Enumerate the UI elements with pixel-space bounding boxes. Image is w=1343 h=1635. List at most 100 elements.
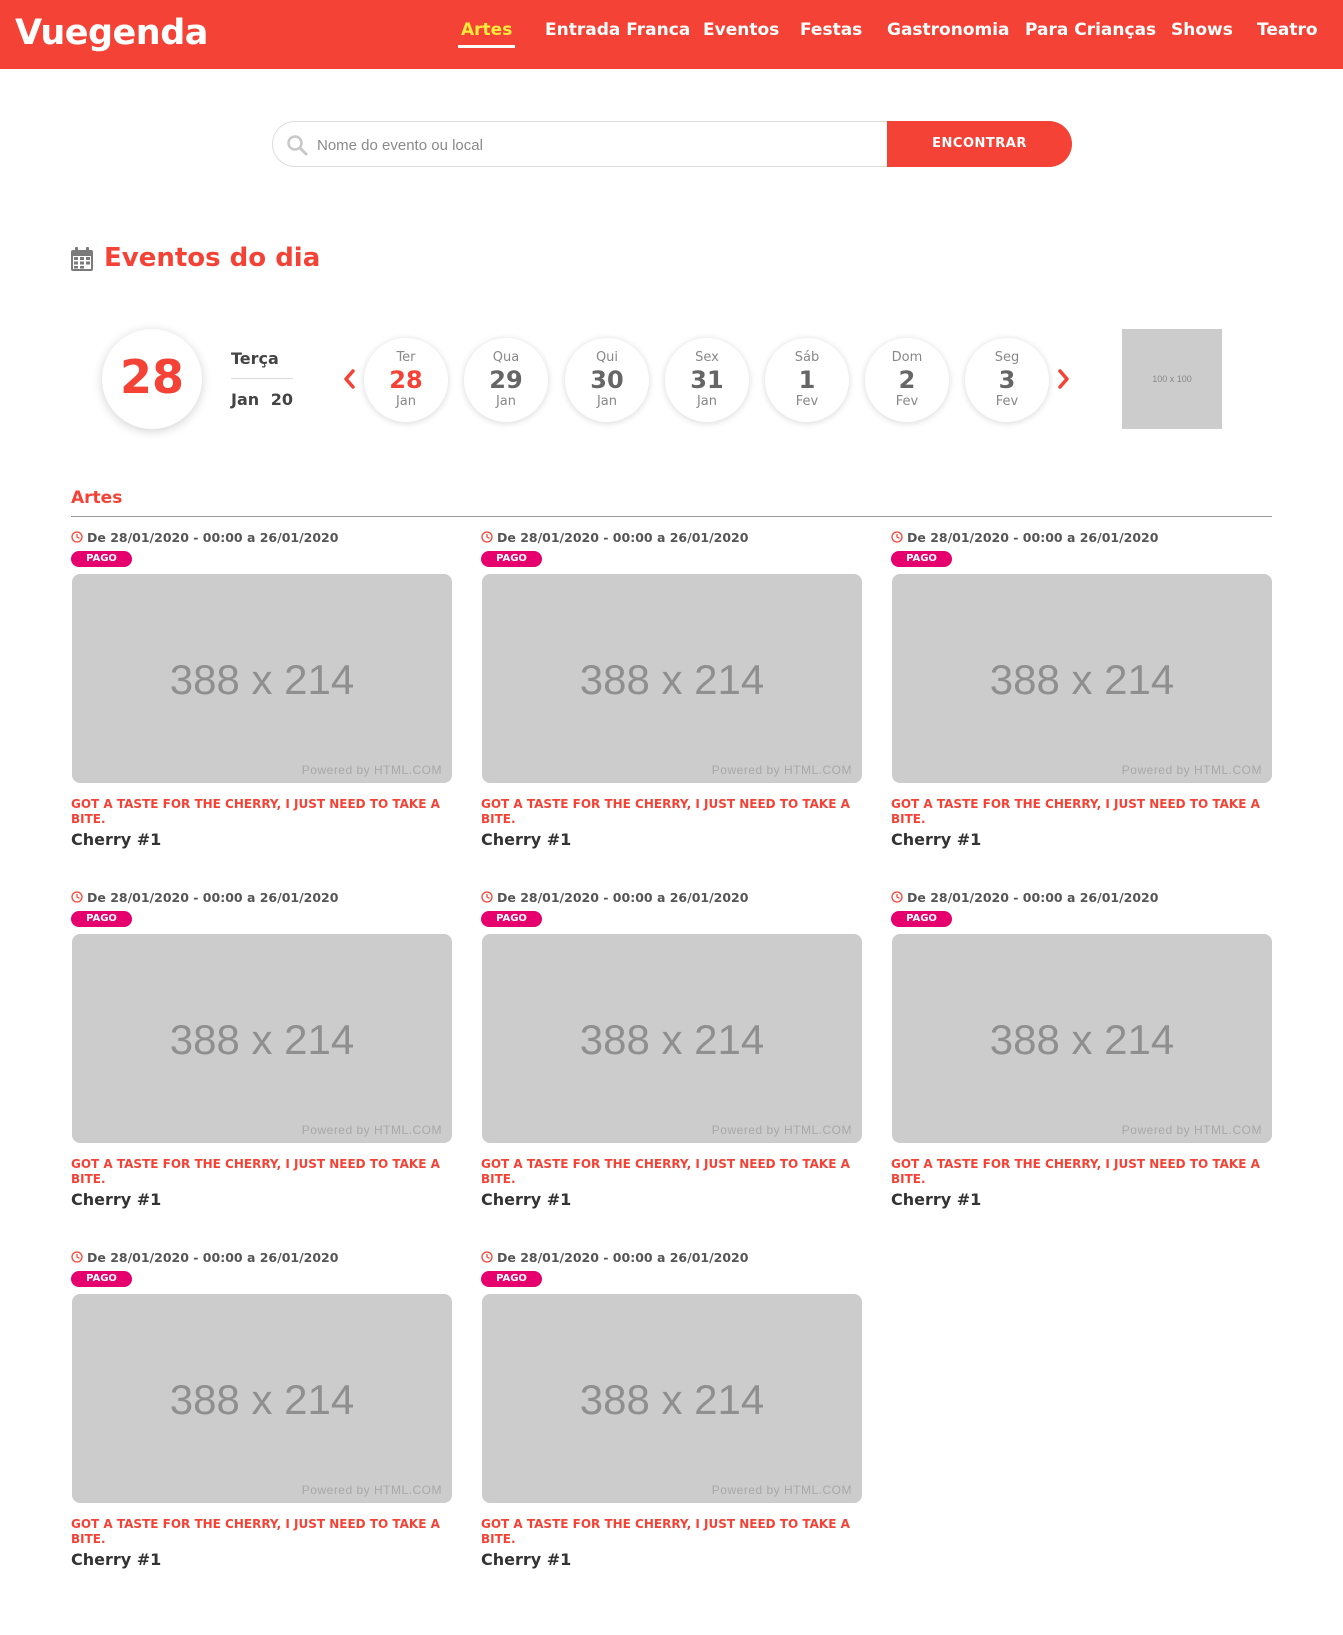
chevron-right-icon[interactable]	[1057, 367, 1071, 391]
event-date: De 28/01/2020 - 00:00 a 26/01/2020	[481, 530, 748, 545]
event-image[interactable]: 388 x 214 Powered by HTML.COM	[72, 574, 452, 783]
event-image[interactable]: 388 x 214 Powered by HTML.COM	[72, 1294, 452, 1503]
search-bar: ENCONTRAR	[272, 121, 1072, 167]
date-weekday: Seg	[994, 350, 1020, 365]
event-title[interactable]: Cherry #1	[71, 1190, 161, 1209]
nav-item-eventos[interactable]: Eventos	[703, 20, 779, 40]
event-date: De 28/01/2020 - 00:00 a 26/01/2020	[71, 890, 338, 905]
event-title[interactable]: Cherry #1	[71, 1550, 161, 1569]
event-date-text: De 28/01/2020 - 00:00 a 26/01/2020	[907, 890, 1159, 905]
price-badge: PAGO	[71, 1271, 132, 1287]
image-credit: Powered by HTML.COM	[1121, 763, 1262, 777]
date-item-5[interactable]: Dom 2 Fev	[865, 338, 949, 422]
event-card[interactable]: De 28/01/2020 - 00:00 a 26/01/2020 PAGO …	[71, 522, 452, 852]
today-weekday: Terça	[231, 349, 279, 368]
date-month: Jan	[696, 394, 718, 409]
date-number: 3	[998, 366, 1016, 394]
image-size-label: 388 x 214	[169, 1016, 355, 1063]
price-badge: PAGO	[481, 551, 542, 567]
ad-placeholder[interactable]: 100 x 100	[1122, 329, 1222, 429]
category-title: Artes	[71, 488, 123, 508]
event-date-text: De 28/01/2020 - 00:00 a 26/01/2020	[497, 1250, 749, 1265]
event-image[interactable]: 388 x 214 Powered by HTML.COM	[482, 934, 862, 1143]
price-badge: PAGO	[71, 551, 132, 567]
event-image[interactable]: 388 x 214 Powered by HTML.COM	[892, 934, 1272, 1143]
event-title[interactable]: Cherry #1	[481, 830, 571, 849]
event-subtitle: GOT A TASTE FOR THE CHERRY, I JUST NEED …	[71, 797, 440, 826]
nav-item-gastronomia[interactable]: Gastronomia	[887, 20, 1010, 40]
image-size-label: 388 x 214	[579, 1376, 765, 1423]
today-month-year: Jan 20	[231, 390, 293, 409]
nav-active-indicator	[458, 45, 515, 48]
search-button[interactable]: ENCONTRAR	[887, 121, 1072, 167]
date-number: 2	[898, 366, 916, 394]
date-item-2[interactable]: Qui 30 Jan	[565, 338, 649, 422]
nav-item-para-criancas[interactable]: Para Crianças	[1025, 20, 1156, 40]
event-title[interactable]: Cherry #1	[891, 1190, 981, 1209]
event-date: De 28/01/2020 - 00:00 a 26/01/2020	[481, 890, 748, 905]
event-date: De 28/01/2020 - 00:00 a 26/01/2020	[891, 890, 1158, 905]
event-card[interactable]: De 28/01/2020 - 00:00 a 26/01/2020 PAGO …	[71, 1242, 452, 1572]
event-date-text: De 28/01/2020 - 00:00 a 26/01/2020	[907, 530, 1159, 545]
search-box	[272, 121, 890, 167]
date-item-0[interactable]: Ter 28 Jan	[364, 338, 448, 422]
event-title[interactable]: Cherry #1	[481, 1190, 571, 1209]
search-input[interactable]	[317, 134, 877, 156]
date-number: 31	[690, 366, 724, 394]
date-number: 1	[798, 366, 816, 394]
event-date-text: De 28/01/2020 - 00:00 a 26/01/2020	[87, 890, 339, 905]
date-number: 28	[389, 366, 423, 394]
date-number: 30	[590, 366, 624, 394]
event-subtitle: GOT A TASTE FOR THE CHERRY, I JUST NEED …	[71, 1517, 440, 1546]
image-size-label: 388 x 214	[169, 656, 355, 703]
event-title[interactable]: Cherry #1	[481, 1550, 571, 1569]
brand-logo[interactable]: Vuegenda	[15, 13, 208, 53]
event-image[interactable]: 388 x 214 Powered by HTML.COM	[482, 1294, 862, 1503]
date-weekday: Qui	[595, 350, 619, 365]
clock-icon	[891, 891, 903, 903]
event-card[interactable]: De 28/01/2020 - 00:00 a 26/01/2020 PAGO …	[71, 882, 452, 1212]
image-credit: Powered by HTML.COM	[301, 763, 442, 777]
page-title: Eventos do dia	[104, 243, 321, 273]
event-image[interactable]: 388 x 214 Powered by HTML.COM	[72, 934, 452, 1143]
event-title[interactable]: Cherry #1	[71, 830, 161, 849]
date-item-3[interactable]: Sex 31 Jan	[665, 338, 749, 422]
event-subtitle: GOT A TASTE FOR THE CHERRY, I JUST NEED …	[891, 1157, 1260, 1186]
event-image[interactable]: 388 x 214 Powered by HTML.COM	[482, 574, 862, 783]
image-size-label: 388 x 214	[169, 1376, 355, 1423]
image-size-label: 388 x 214	[989, 656, 1175, 703]
date-month: Jan	[395, 394, 417, 409]
nav-item-artes[interactable]: Artes	[461, 20, 512, 40]
date-month: Jan	[495, 394, 517, 409]
event-date: De 28/01/2020 - 00:00 a 26/01/2020	[481, 1250, 748, 1265]
date-number: 29	[489, 366, 523, 394]
date-weekday: Sex	[695, 350, 719, 365]
date-weekday: Ter	[396, 350, 416, 365]
event-date: De 28/01/2020 - 00:00 a 26/01/2020	[71, 530, 338, 545]
date-item-4[interactable]: Sáb 1 Fev	[765, 338, 849, 422]
date-item-6[interactable]: Seg 3 Fev	[965, 338, 1049, 422]
event-card[interactable]: De 28/01/2020 - 00:00 a 26/01/2020 PAGO …	[481, 1242, 862, 1572]
date-month: Fev	[895, 394, 919, 409]
search-icon	[287, 135, 308, 156]
event-card[interactable]: De 28/01/2020 - 00:00 a 26/01/2020 PAGO …	[891, 522, 1272, 852]
clock-icon	[71, 891, 83, 903]
nav-item-festas[interactable]: Festas	[800, 20, 862, 40]
today-divider	[231, 378, 293, 379]
chevron-left-icon[interactable]	[342, 367, 356, 391]
image-credit: Powered by HTML.COM	[301, 1483, 442, 1497]
today-day: 28	[119, 350, 184, 404]
event-card[interactable]: De 28/01/2020 - 00:00 a 26/01/2020 PAGO …	[481, 522, 862, 852]
date-item-1[interactable]: Qua 29 Jan	[464, 338, 548, 422]
event-image[interactable]: 388 x 214 Powered by HTML.COM	[892, 574, 1272, 783]
event-title[interactable]: Cherry #1	[891, 830, 981, 849]
event-card[interactable]: De 28/01/2020 - 00:00 a 26/01/2020 PAGO …	[891, 882, 1272, 1212]
nav-item-shows[interactable]: Shows	[1171, 20, 1233, 40]
nav-item-teatro[interactable]: Teatro	[1257, 20, 1318, 40]
image-credit: Powered by HTML.COM	[711, 763, 852, 777]
image-size-label: 388 x 214	[579, 656, 765, 703]
clock-icon	[481, 891, 493, 903]
date-weekday: Sáb	[794, 350, 820, 365]
nav-item-entrada-franca[interactable]: Entrada Franca	[545, 20, 690, 40]
event-card[interactable]: De 28/01/2020 - 00:00 a 26/01/2020 PAGO …	[481, 882, 862, 1212]
